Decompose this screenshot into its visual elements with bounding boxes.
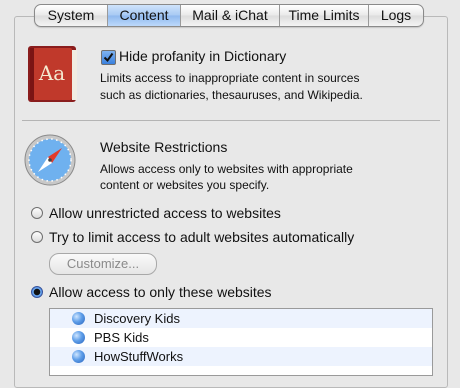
hide-profanity-checkbox[interactable] xyxy=(101,50,116,65)
globe-icon xyxy=(72,312,85,325)
tab-bar: System Content Mail & iChat Time Limits … xyxy=(34,4,424,27)
tab-logs[interactable]: Logs xyxy=(369,5,423,26)
website-description-2: content or websites you specify. xyxy=(100,178,270,192)
globe-icon xyxy=(72,350,85,363)
allowed-websites-list[interactable]: Discovery Kids PBS Kids HowStuffWorks xyxy=(49,308,433,376)
radio-unrestricted-label[interactable]: Allow unrestricted access to websites xyxy=(49,205,281,221)
radio-unrestricted[interactable] xyxy=(31,207,43,219)
checkmark-icon xyxy=(103,52,114,63)
site-label: HowStuffWorks xyxy=(94,349,184,364)
profanity-description-2: such as dictionaries, thesauruses, and W… xyxy=(100,88,363,102)
tab-mail-ichat[interactable]: Mail & iChat xyxy=(181,5,280,26)
radio-only-these[interactable] xyxy=(31,286,43,298)
profanity-description-1: Limits access to inappropriate content i… xyxy=(100,71,360,85)
website-restrictions-title: Website Restrictions xyxy=(100,139,228,155)
tab-content[interactable]: Content xyxy=(108,5,181,26)
website-description-1: Allows access only to websites with appr… xyxy=(100,162,353,176)
radio-only-these-label[interactable]: Allow access to only these websites xyxy=(49,284,272,300)
svg-text:Aa: Aa xyxy=(38,61,65,85)
radio-limit-adult[interactable] xyxy=(31,231,43,243)
site-label: Discovery Kids xyxy=(94,311,180,326)
list-item[interactable]: HowStuffWorks xyxy=(50,347,432,366)
hide-profanity-label[interactable]: Hide profanity in Dictionary xyxy=(119,48,286,64)
customize-button[interactable]: Customize... xyxy=(49,253,157,275)
site-label: PBS Kids xyxy=(94,330,149,345)
list-item[interactable]: PBS Kids xyxy=(50,328,432,347)
radio-limit-adult-label[interactable]: Try to limit access to adult websites au… xyxy=(49,229,354,245)
globe-icon xyxy=(72,331,85,344)
tab-system[interactable]: System xyxy=(35,5,108,26)
divider xyxy=(22,120,440,121)
list-item[interactable]: Discovery Kids xyxy=(50,309,432,328)
dictionary-icon: Aa xyxy=(22,42,82,106)
tab-time-limits[interactable]: Time Limits xyxy=(280,5,369,26)
safari-compass-icon xyxy=(24,134,76,186)
